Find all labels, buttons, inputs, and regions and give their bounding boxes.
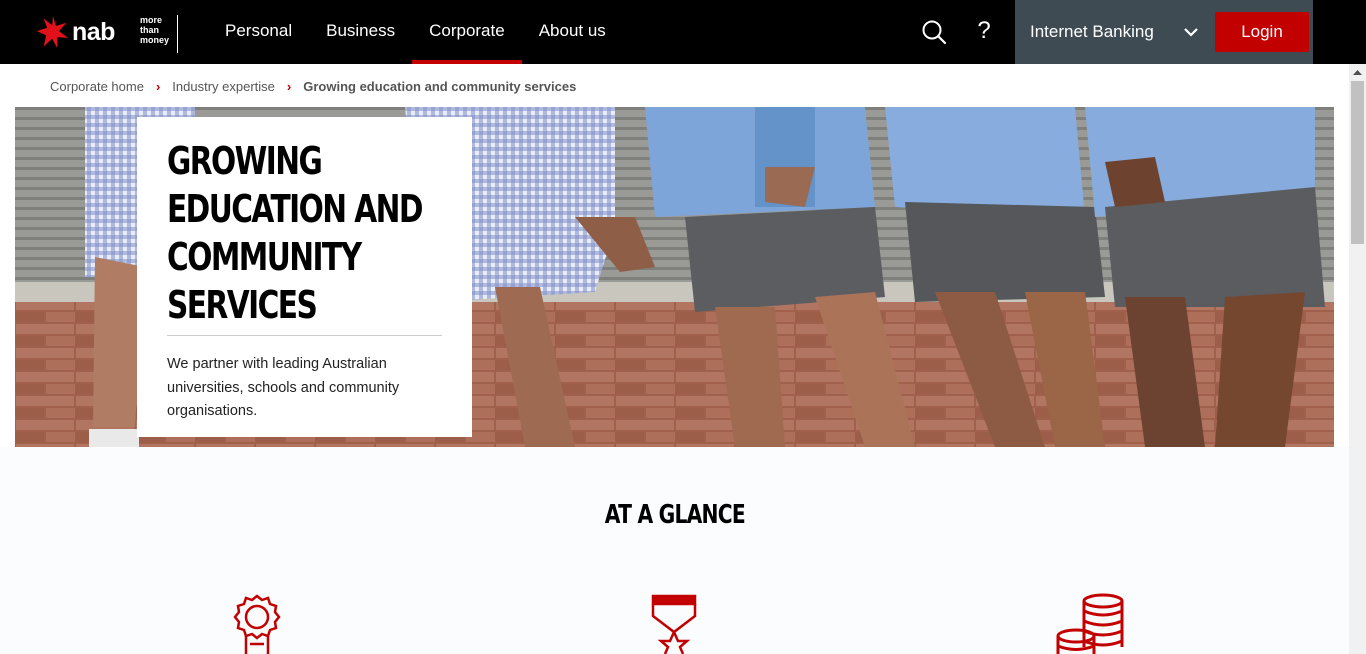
coin-stack-icon: [1056, 593, 1124, 654]
scrollbar-thumb[interactable]: [1351, 81, 1364, 244]
section-title: AT A GLANCE: [604, 500, 746, 530]
nav-item-corporate[interactable]: Corporate: [412, 0, 522, 64]
breadcrumb-separator: ›: [155, 78, 161, 94]
medal-star-icon: [651, 594, 697, 654]
nav-item-business[interactable]: Business: [309, 0, 412, 64]
scroll-up-arrow-icon[interactable]: [1349, 64, 1366, 81]
internet-banking-panel: Internet Banking Login: [1015, 0, 1313, 64]
login-button[interactable]: Login: [1215, 12, 1309, 52]
breadcrumb-industry-expertise[interactable]: Industry expertise: [172, 79, 275, 94]
nab-logo[interactable]: nab more than money: [36, 12, 178, 53]
breadcrumb-current-page: Growing education and community services: [303, 78, 577, 94]
breadcrumb: Corporate home › Industry expertise › Gr…: [50, 77, 576, 95]
title-divider: [167, 335, 442, 336]
hero-description: We partner with leading Australian unive…: [167, 356, 400, 419]
chevron-down-icon[interactable]: [1183, 24, 1199, 40]
internet-banking-label: Internet Banking: [1030, 22, 1154, 41]
nab-star-icon: [36, 15, 69, 49]
breadcrumb-separator: ›: [286, 78, 292, 94]
search-icon[interactable]: [920, 18, 948, 46]
nav-item-about-us[interactable]: About us: [522, 0, 623, 64]
award-ribbon-icon: [233, 594, 281, 654]
main-navigation: Personal Business Corporate About us: [208, 0, 623, 64]
page-title: GROWING EDUCATION AND COMMUNITY SERVICES: [167, 139, 424, 327]
breadcrumb-corporate-home[interactable]: Corporate home: [50, 79, 144, 94]
logo-tagline: more than money: [140, 15, 178, 53]
top-navigation-bar: nab more than money Personal Business Co…: [0, 0, 1366, 64]
hero-card: GROWING EDUCATION AND COMMUNITY SERVICES…: [137, 117, 472, 437]
nav-item-personal[interactable]: Personal: [208, 0, 309, 64]
help-icon[interactable]: ?: [972, 16, 996, 46]
page-scrollbar[interactable]: [1349, 64, 1366, 654]
logo-wordmark: nab: [72, 17, 115, 46]
